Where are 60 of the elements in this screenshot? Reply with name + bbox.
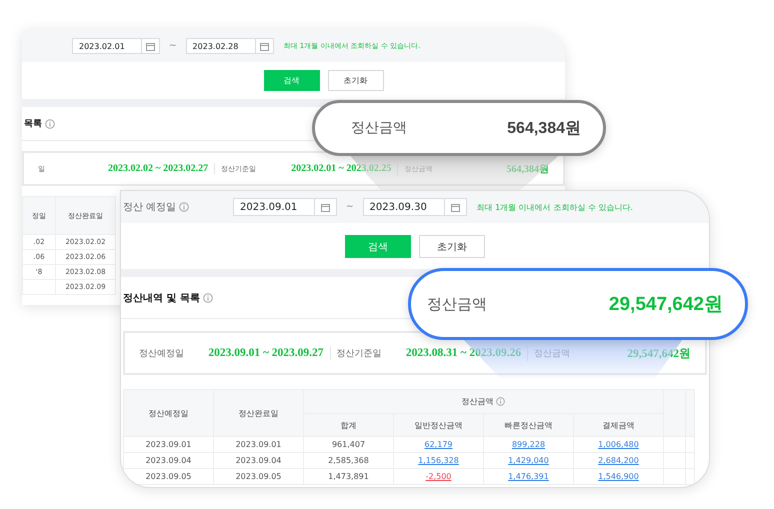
callout-label: 정산금액	[351, 119, 407, 137]
table-cell: 2023.09.05	[214, 468, 304, 484]
amount-link[interactable]: 1,429,040	[484, 452, 574, 468]
summary-label: 정산예정일	[139, 348, 184, 360]
summary-value: 2023.02.01 ~ 2023.02.25	[291, 163, 392, 174]
table-cell: 2023.09.05	[124, 468, 214, 484]
calendar-icon	[450, 202, 460, 212]
date-field[interactable]: 2023.09.30	[362, 198, 467, 216]
summary-label: 정산금액	[534, 348, 570, 360]
summary-value: 2023.02.02 ~ 2023.02.27	[108, 163, 208, 174]
amount-link[interactable]: 1,546,900	[574, 468, 664, 484]
table-cell: 2023.09.01	[214, 436, 304, 452]
summary-label: 정산기준일	[336, 348, 382, 360]
info-icon	[179, 202, 190, 212]
date-field[interactable]: 2023.02.28	[186, 38, 274, 54]
table-header: 정산예정일	[124, 390, 214, 436]
amount-link[interactable]: 899,228	[484, 436, 574, 452]
filter-label: 정산 예정일	[123, 201, 176, 214]
reset-button[interactable]: 초기화	[419, 235, 485, 258]
info-icon	[45, 118, 55, 128]
table-cell: 2023.09.04	[214, 452, 304, 468]
summary-value: 564,384원	[506, 162, 549, 176]
range-separator: ~	[168, 41, 178, 51]
amount-link[interactable]: 1,476,391	[484, 468, 574, 484]
date-field[interactable]: 2023.02.01	[72, 38, 160, 54]
range-separator: ~	[345, 202, 355, 212]
amount-link[interactable]: 2,684,200	[574, 452, 664, 468]
summary-value: 2023.08.31 ~ 2023.09.26	[406, 347, 522, 359]
table-header: 일반정산금액	[394, 414, 484, 436]
table-header: 정산금액	[304, 390, 664, 414]
negative-amount-link[interactable]: -2,500	[394, 468, 484, 484]
table-cell: 2023.09.01	[124, 436, 214, 452]
summary-value: 29,547,642원	[627, 346, 691, 360]
calendar-icon	[260, 42, 269, 50]
amount-link[interactable]: 62,179	[394, 436, 484, 452]
calendar-icon	[321, 202, 330, 212]
table-header: 결제금액	[574, 414, 664, 436]
summary-value: 2023.09.01 ~ 2023.09.27	[208, 347, 324, 359]
section-title: 정산내역 및 목록	[123, 292, 200, 304]
amount-link[interactable]: 1,156,328	[394, 452, 484, 468]
callout-label: 정산금액	[427, 294, 487, 314]
table-cell: 2,585,368	[304, 452, 394, 468]
hint-text: 최대 1개월 이내에서 조회하실 수 있습니다.	[476, 202, 633, 212]
callout-value: 29,547,642원	[608, 293, 723, 317]
reset-button[interactable]: 초기화	[328, 70, 384, 91]
table-header: 빠른정산금액	[484, 414, 574, 436]
amount-link[interactable]: 1,006,480	[574, 436, 664, 452]
table-header: 정산완료일	[214, 390, 304, 436]
info-icon	[202, 292, 213, 302]
table-cell: 2023.09.04	[124, 452, 214, 468]
search-button[interactable]: 검색	[345, 235, 411, 258]
date-field[interactable]: 2023.09.01	[233, 198, 337, 216]
table-cell: 1,473,891	[304, 468, 394, 484]
section-title: 목록	[24, 118, 42, 130]
search-button[interactable]: 검색	[264, 70, 320, 91]
table-header: 합계	[304, 414, 394, 436]
callout-value: 564,384원	[507, 118, 581, 138]
info-icon	[496, 397, 506, 406]
calendar-icon	[146, 42, 155, 50]
table-cell: 961,407	[304, 436, 394, 452]
